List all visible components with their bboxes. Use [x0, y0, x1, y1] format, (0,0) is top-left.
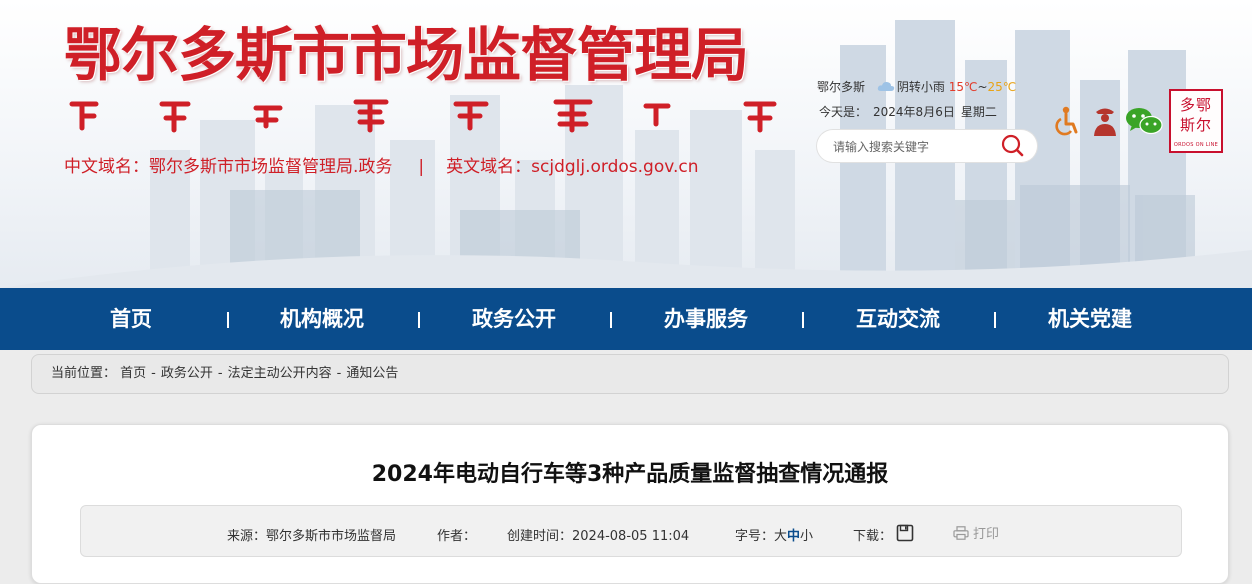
- elderly-mode-icon: [1094, 108, 1116, 136]
- mongolian-script-title: [69, 99, 777, 133]
- breadcrumb-item-notices[interactable]: 通知公告: [346, 366, 398, 381]
- domain-info: 中文域名：鄂尔多斯市市场监督管理局.政务 | 英文域名：scjdglj.ordos.…: [64, 152, 699, 177]
- temp-low: 15℃: [948, 80, 978, 94]
- search-bar: [817, 130, 1037, 162]
- date-display: 今天是： 2024年8月6日 星期二: [819, 103, 1003, 120]
- created-value: 2024-08-05 11:04: [572, 529, 690, 544]
- nav-divider: [227, 312, 229, 328]
- source-label: 来源：: [227, 529, 267, 544]
- logo-en: ORDOS ON LINE: [1173, 142, 1219, 148]
- font-size-medium[interactable]: 中: [787, 529, 800, 544]
- print-button[interactable]: 打印: [953, 526, 999, 544]
- meta-author: 作者：: [437, 528, 476, 546]
- accessibility-icon: [1055, 106, 1078, 136]
- meta-created: 创建时间：2024-08-05 11:04: [507, 528, 689, 546]
- meta-source: 来源：鄂尔多斯市市场监督局: [227, 528, 396, 546]
- nav-item-services[interactable]: 办事服务: [616, 288, 796, 350]
- en-domain[interactable]: scjdglj.ordos.gov.cn: [531, 157, 698, 177]
- search-icon: [1001, 134, 1024, 157]
- meta-download: 下载：: [853, 524, 914, 546]
- ordos-online-logo[interactable]: 多鄂 斯尔 ORDOS ON LINE: [1169, 89, 1223, 153]
- created-label: 创建时间：: [507, 529, 573, 544]
- breadcrumb-sep: -: [151, 366, 156, 381]
- meta-font-size: 字号：大中小: [735, 528, 813, 546]
- nav-item-home[interactable]: 首页: [41, 288, 221, 350]
- nav-item-party-building[interactable]: 机关党建: [1000, 288, 1180, 350]
- article-panel: 2024年电动自行车等3种产品质量监督抽查情况通报 来源：鄂尔多斯市市场监督局 …: [31, 424, 1229, 584]
- nav-divider: [418, 312, 420, 328]
- nav-item-org-overview[interactable]: 机构概况: [232, 288, 412, 350]
- cloud-icon: [877, 81, 895, 91]
- date-label: 今天是：: [819, 105, 868, 119]
- site-title: 鄂尔多斯市市场监督管理局: [64, 21, 749, 89]
- nav-divider: [994, 312, 996, 328]
- search-button[interactable]: [999, 133, 1027, 159]
- cn-domain-label: 中文域名：: [64, 157, 149, 177]
- domain-divider: |: [418, 157, 425, 177]
- font-size-small[interactable]: 小: [800, 529, 813, 544]
- font-size-label: 字号：: [735, 529, 775, 544]
- main-nav: 首页 机构概况 政务公开 办事服务 互动交流 机关党建: [0, 288, 1252, 350]
- nav-divider: [802, 312, 804, 328]
- accessibility-button[interactable]: [1049, 104, 1083, 138]
- download-label: 下载：: [853, 529, 893, 544]
- nav-divider: [610, 312, 612, 328]
- source-value: 鄂尔多斯市市场监督局: [266, 529, 397, 544]
- save-icon[interactable]: [896, 524, 914, 542]
- temp-high: 25℃: [987, 80, 1017, 94]
- printer-icon: [953, 526, 969, 540]
- breadcrumb-item-home[interactable]: 首页: [120, 366, 146, 381]
- nav-item-interaction[interactable]: 互动交流: [808, 288, 988, 350]
- print-label: 打印: [973, 527, 1000, 542]
- author-label: 作者：: [437, 529, 477, 544]
- weekday: 星期二: [960, 105, 997, 119]
- breadcrumb-label: 当前位置：: [51, 366, 117, 381]
- weather-condition: 阴转小雨: [896, 80, 945, 94]
- site-header: 鄂尔多斯市市场监督管理局 中文域名：鄂尔多斯市市场监督管理局.政务 | 英文域名：s…: [0, 0, 1252, 288]
- breadcrumb-sep: -: [217, 366, 223, 381]
- search-input[interactable]: [831, 136, 995, 158]
- weather-city: 鄂尔多斯: [817, 80, 866, 94]
- temp-range-sep: ~: [977, 80, 988, 94]
- en-domain-label: 英文域名：: [446, 157, 532, 177]
- wechat-button[interactable]: [1124, 104, 1164, 138]
- font-size-large[interactable]: 大: [774, 529, 787, 544]
- article-meta-bar: 来源：鄂尔多斯市市场监督局 作者： 创建时间：2024-08-05 11:04 …: [80, 505, 1182, 557]
- breadcrumb-item-disclosure[interactable]: 法定主动公开内容: [228, 366, 332, 381]
- date-value: 2024年8月6日: [873, 105, 955, 119]
- wechat-icon: [1126, 108, 1163, 135]
- weather-widget: 鄂尔多斯 阴转小雨 15℃~25℃: [817, 78, 1016, 95]
- elderly-mode-button[interactable]: [1088, 104, 1122, 138]
- nav-item-gov-affairs[interactable]: 政务公开: [424, 288, 604, 350]
- article-title: 2024年电动自行车等3种产品质量监督抽查情况通报: [371, 462, 889, 487]
- logo-chars: 多鄂 斯尔: [1179, 96, 1212, 134]
- cn-domain[interactable]: 鄂尔多斯市市场监督管理局.政务: [149, 157, 392, 177]
- breadcrumb: 当前位置： 首页 - 政务公开 - 法定主动公开内容 - 通知公告: [31, 354, 1229, 394]
- breadcrumb-item-gov-affairs[interactable]: 政务公开: [161, 366, 213, 381]
- breadcrumb-sep: -: [336, 366, 342, 381]
